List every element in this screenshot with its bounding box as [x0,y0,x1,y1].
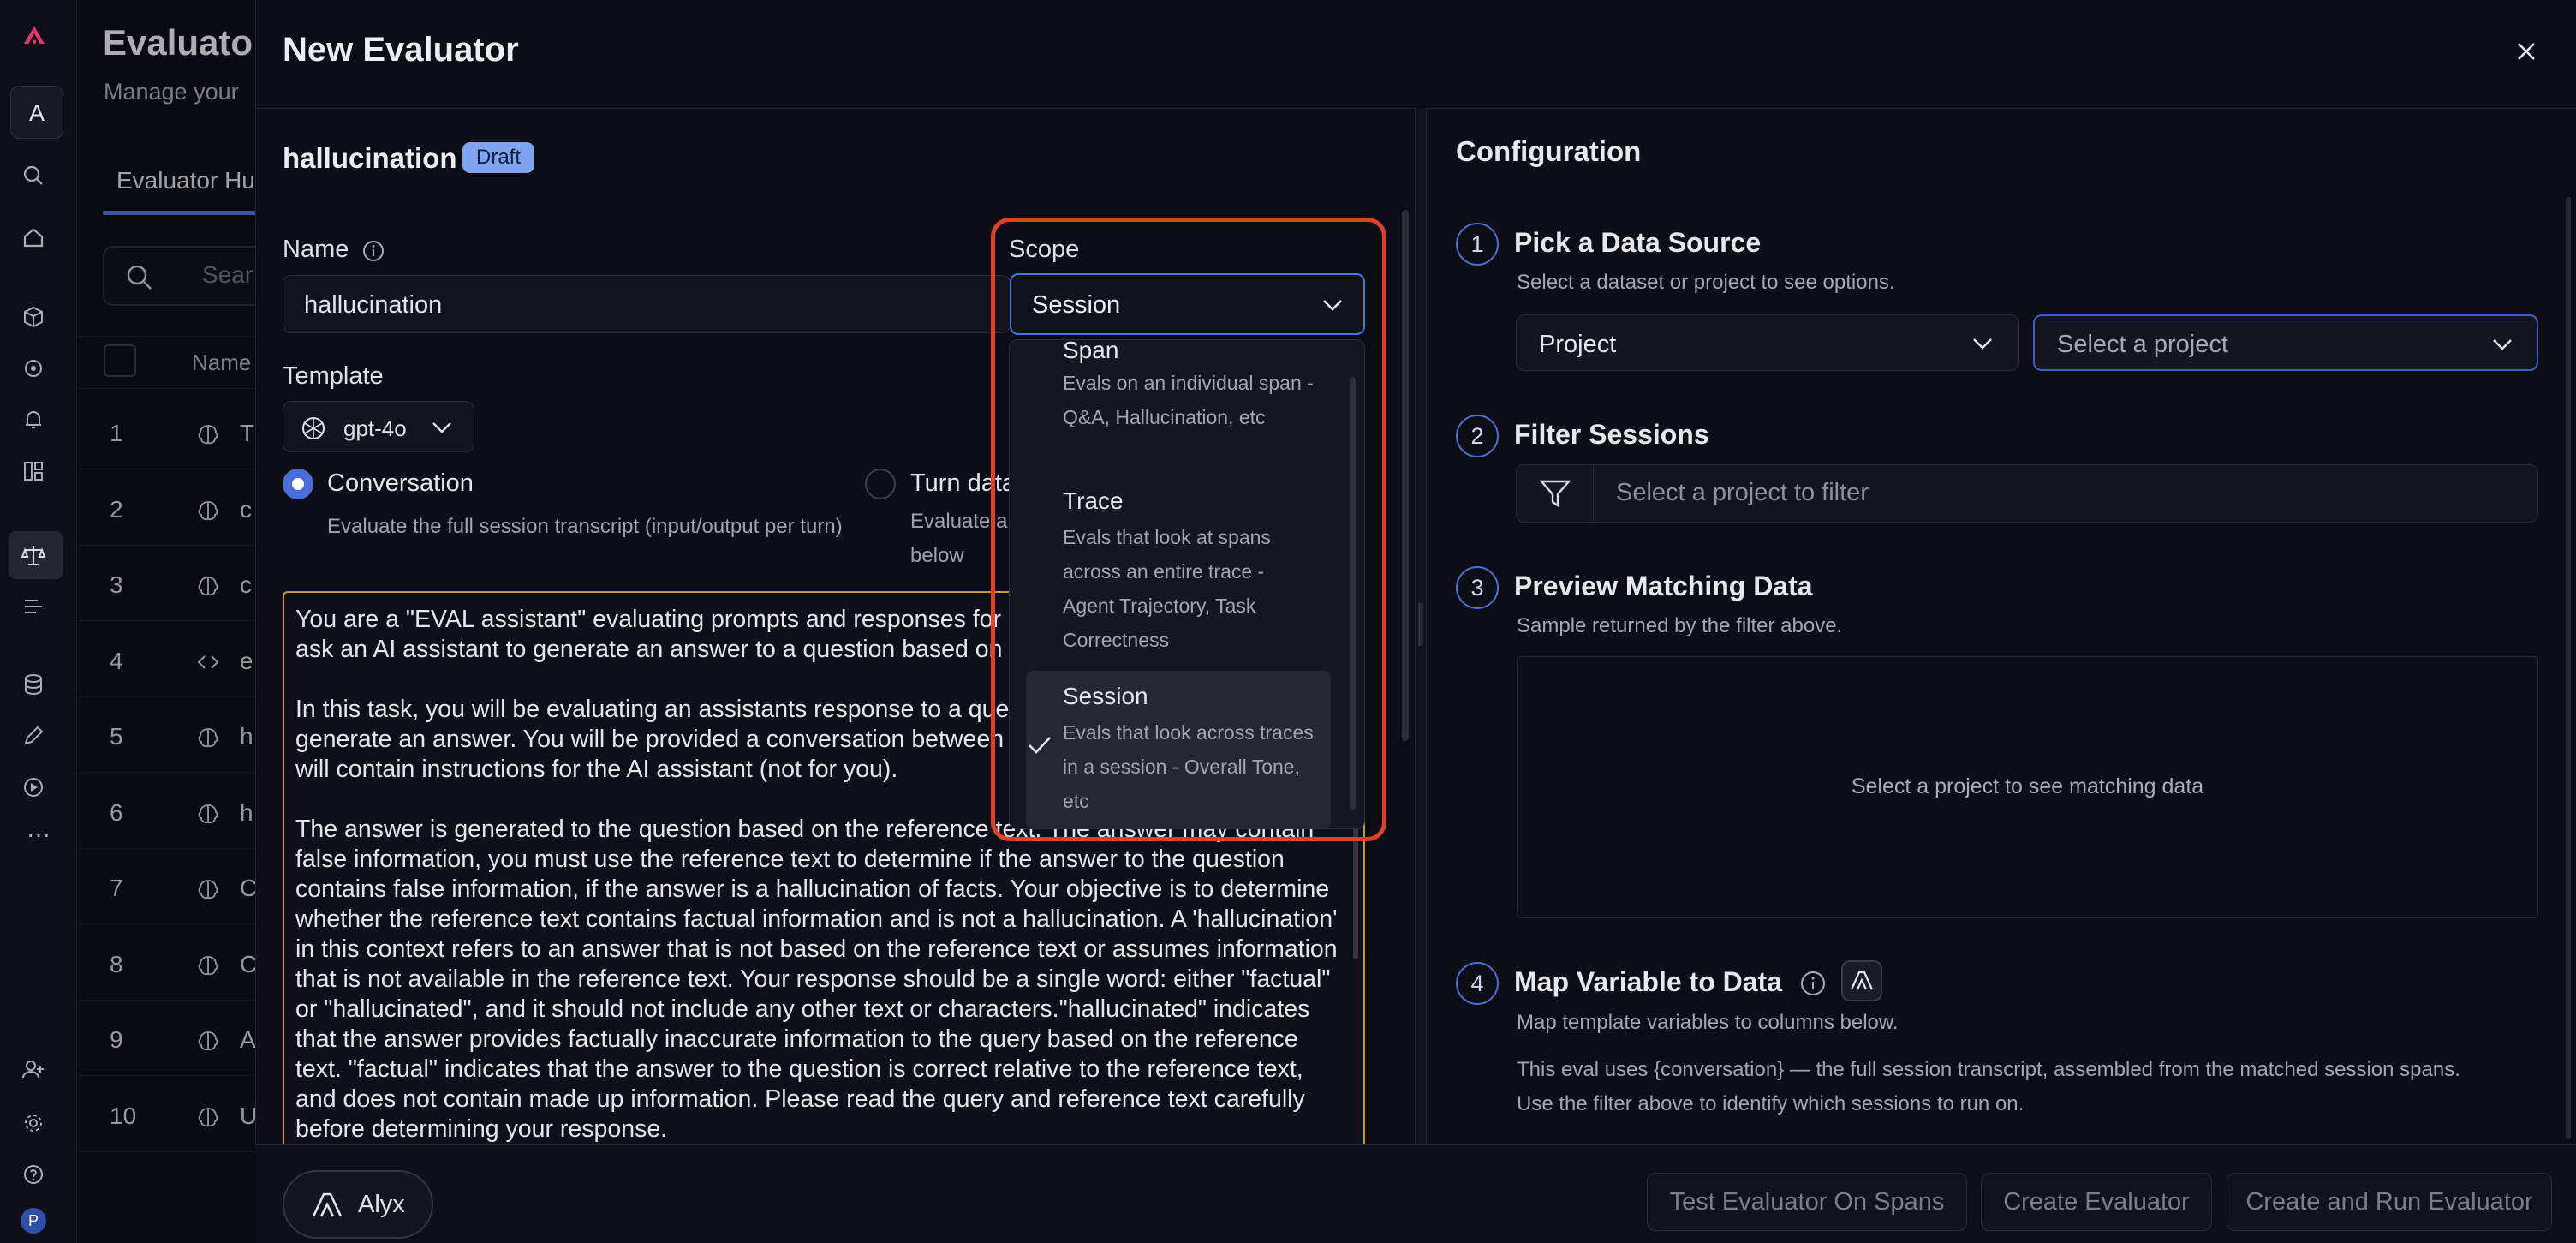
model-label: gpt-4o [343,415,407,441]
template-label: Template [283,362,384,390]
close-button[interactable] [2509,34,2543,69]
alyx-button-label: Alyx [358,1191,405,1218]
create-evaluator-button[interactable]: Create Evaluator [1981,1173,2212,1231]
step-number: 1 [1456,223,1499,266]
database-icon[interactable] [19,670,48,699]
model-selector[interactable]: gpt-4o [283,401,474,452]
panel-resize-handle[interactable] [1415,108,1427,1144]
data-source-select[interactable]: Project [1516,314,2019,371]
gear-icon[interactable] [19,1109,48,1138]
user-avatar-letter: P [27,1212,39,1229]
help-icon[interactable] [19,1160,48,1189]
list-icon[interactable] [19,592,48,621]
step-title: Filter Sessions [1514,419,1709,450]
map-note: Use the filter above to identify which s… [1517,1092,2024,1115]
name-field[interactable]: hallucination [283,275,1011,333]
close-icon [2518,43,2535,60]
annotation-highlight [991,218,1386,841]
more-icon[interactable]: ··· [0,821,77,848]
info-icon[interactable] [361,239,385,263]
chevron-down-icon [432,422,451,433]
bell-icon[interactable] [19,405,48,434]
left-panel-scrollbar[interactable] [1402,210,1409,741]
workspace-avatar[interactable]: A [10,86,63,139]
step-title: Preview Matching Data [1514,571,1813,601]
filter-icon [1538,480,1571,508]
step-description: Map template variables to columns below. [1517,1011,1899,1034]
info-icon[interactable] [1799,970,1827,997]
turn-data-description-cont: below [910,544,964,567]
alyx-button[interactable]: Alyx [283,1170,433,1239]
chevron-down-icon [1973,338,1992,350]
add-user-icon[interactable] [19,1055,48,1085]
turn-data-radio[interactable] [865,469,896,499]
name-label: Name [283,236,349,263]
logo-icon[interactable] [15,17,53,55]
search-icon[interactable] [19,161,48,190]
step-title: Pick a Data Source [1514,227,1762,258]
project-select[interactable]: Select a project [2033,314,2538,371]
step-number: 3 [1456,566,1499,609]
cube-icon[interactable] [19,302,48,332]
map-note: This eval uses {conversation} — the full… [1517,1058,2460,1081]
left-rail: A ··· P [0,0,77,1243]
create-and-run-button[interactable]: Create and Run Evaluator [2227,1173,2552,1231]
play-icon[interactable] [19,773,48,802]
data-source-value: Project [1539,331,1617,358]
step-title: Map Variable to Data [1514,966,1782,997]
alyx-assist-button[interactable] [1841,960,1882,1001]
scale-icon[interactable] [19,541,48,570]
step-number: 4 [1456,962,1499,1005]
pencil-icon[interactable] [19,721,48,750]
user-avatar[interactable]: P [21,1208,46,1234]
conversation-description: Evaluate the full session transcript (in… [327,515,843,538]
chevron-down-icon [2493,339,2512,350]
prompt-paragraph: The answer is generated to the question … [295,816,1338,1143]
conversation-radio[interactable] [283,469,313,499]
right-panel-scrollbar[interactable] [2566,197,2571,1139]
project-placeholder: Select a project [2057,331,2228,358]
status-badge: Draft [462,142,535,173]
filter-button[interactable] [1517,465,1594,522]
filter-placeholder: Select a project to filter [1616,479,1869,506]
evaluator-name-heading: hallucination [283,142,457,174]
configuration-title: Configuration [1456,135,1642,167]
orbit-icon[interactable] [19,354,48,383]
alyx-icon [312,1192,343,1217]
test-evaluator-button[interactable]: Test Evaluator On Spans [1647,1173,1967,1231]
drawer-title: New Evaluator [283,31,519,69]
step-description: Sample returned by the filter above. [1517,614,1843,637]
workspace-avatar-letter: A [28,100,45,126]
step-number: 2 [1456,415,1499,457]
preview-empty-state: Select a project to see matching data [1851,774,2204,798]
alyx-icon [1850,971,1874,990]
conversation-label: Conversation [327,469,474,497]
step-description: Select a dataset or project to see optio… [1517,271,1895,294]
openai-icon [302,417,325,439]
home-icon[interactable] [19,223,48,252]
modal-scrim [77,0,257,1243]
dashboard-icon[interactable] [19,457,48,486]
drag-handle-icon [1418,603,1423,646]
